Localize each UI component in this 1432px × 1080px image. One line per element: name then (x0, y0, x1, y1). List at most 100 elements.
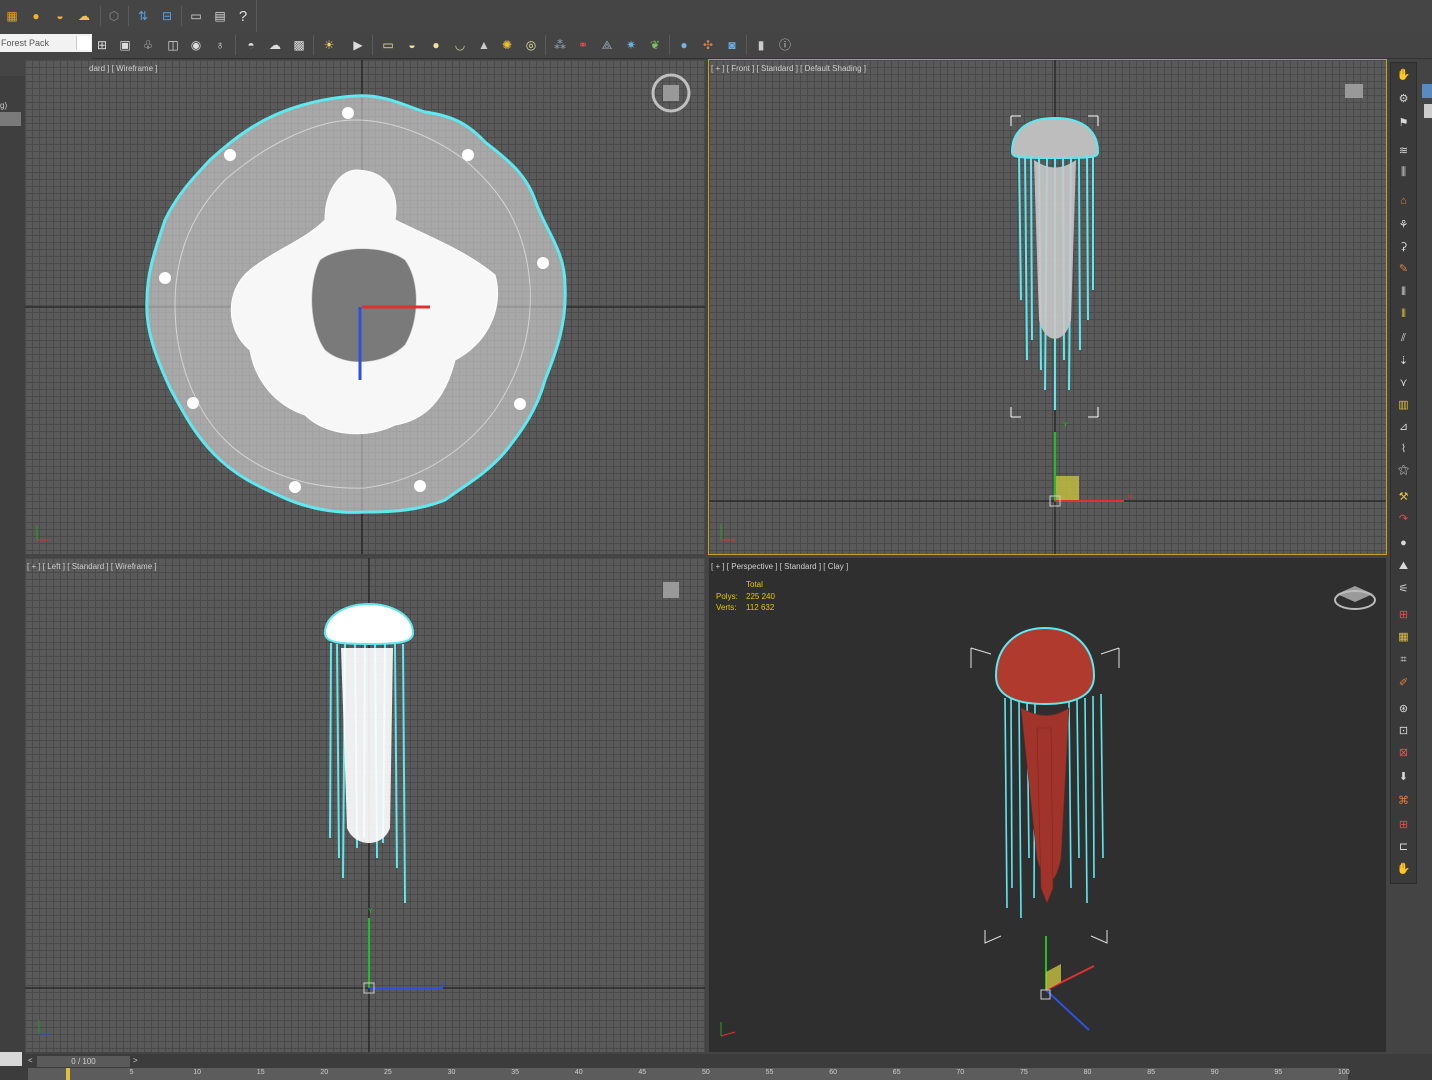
modifier-icon[interactable]: ⊠ (1396, 745, 1411, 760)
modifier-icon[interactable]: ✎ (1396, 261, 1411, 276)
modifier-icon[interactable]: ⛰ (1396, 559, 1411, 574)
sun-icon[interactable]: ✺ (497, 35, 517, 55)
info-icon[interactable]: ⓘ (775, 35, 795, 55)
cone-icon[interactable]: ▲ (474, 35, 494, 55)
gizmo-z-label: Z (441, 982, 446, 989)
environment-icon[interactable]: ◙ (722, 35, 742, 55)
modifier-icon[interactable]: ⊛ (1396, 701, 1411, 716)
modifier-icon[interactable]: ✐ (1396, 675, 1411, 690)
eye-icon[interactable]: ◉ (186, 35, 206, 55)
modifier-icon[interactable]: ↷ (1396, 511, 1411, 526)
command-panel-tab[interactable] (1422, 84, 1432, 98)
time-slider-label: 0 / 100 (71, 1057, 96, 1066)
modifier-icon[interactable]: ▥ (1396, 397, 1411, 412)
globe-icon[interactable]: ◎ (521, 35, 541, 55)
viewport-front-label[interactable]: [ + ] [ Front ] [ Standard ] [ Default S… (711, 64, 866, 73)
modifier-icon[interactable]: ⊡ (1396, 723, 1411, 738)
teapot-icon[interactable]: ◡ (450, 35, 470, 55)
chevron-left-icon[interactable]: < (28, 1056, 33, 1065)
teapot-icon[interactable]: ◓ (241, 35, 261, 55)
particles-icon[interactable]: ⁂ (550, 35, 570, 55)
modifier-icon[interactable]: ⊿ (1396, 419, 1411, 434)
help-icon[interactable]: ? (233, 6, 253, 26)
create-icon[interactable]: ✋ (1396, 67, 1411, 82)
time-cursor[interactable] (66, 1068, 70, 1080)
viewport-left-label[interactable]: [ + ] [ Left ] [ Standard ] [ Wireframe … (27, 562, 157, 571)
top-view-canvas (25, 60, 705, 554)
modifier-icon[interactable]: ⚳ (1396, 239, 1411, 254)
palette-icon[interactable]: ✣ (698, 35, 718, 55)
modifier-icon[interactable]: ⇣ (1396, 353, 1411, 368)
grid-icon[interactable]: ▦ (2, 6, 22, 26)
timeline-track[interactable]: 0510152025303540455055606570758085909510… (28, 1068, 1350, 1080)
object-icon[interactable]: ◫ (163, 35, 183, 55)
modifier-icon[interactable]: ⊞ (1396, 607, 1411, 622)
modifier-icon[interactable]: ⚘ (1396, 217, 1411, 232)
modify-icon[interactable]: ⚙ (1396, 91, 1411, 106)
plant-icon[interactable]: ❦ (645, 35, 665, 55)
layers-icon[interactable]: ◒ (50, 6, 70, 26)
chevron-right-icon[interactable]: > (133, 1056, 138, 1065)
help-label: ? (238, 7, 248, 25)
viewport-top[interactable]: dard ] [ Wireframe ] (25, 60, 705, 554)
viewport-front[interactable]: [ + ] [ Front ] [ Standard ] [ Default S… (708, 59, 1387, 555)
chevron-down-icon[interactable] (76, 36, 91, 50)
spotlight-icon[interactable]: ☀ (319, 35, 339, 55)
modifier-icon[interactable]: ⬇ (1396, 769, 1411, 784)
modifier-icon[interactable]: ⌇ (1396, 441, 1411, 456)
pyramid-icon[interactable]: ⟁ (597, 35, 617, 55)
viewport-perspective[interactable]: [ + ] [ Perspective ] [ Standard ] [ Cla… (709, 558, 1386, 1052)
region-icon[interactable]: ▣ (115, 35, 135, 55)
modifier-icon[interactable]: ⚝ (1396, 463, 1411, 478)
cube-icon[interactable]: ⬡ (104, 6, 124, 26)
modifier-icon[interactable]: ● (1396, 535, 1411, 550)
link-icon[interactable]: ⇅ (133, 6, 153, 26)
gem-icon[interactable]: ✷ (621, 35, 641, 55)
minilistener[interactable] (0, 1052, 22, 1066)
modifier-icon[interactable]: ⌘ (1396, 793, 1411, 808)
modifier-icon[interactable]: ≋ (1396, 143, 1411, 158)
light-icon[interactable]: ♁ (210, 35, 230, 55)
torus-icon[interactable]: ● (426, 35, 446, 55)
modifier-icon[interactable]: ⌗ (1396, 653, 1411, 668)
render-frame-icon[interactable]: ▭ (186, 6, 206, 26)
modifier-icon[interactable]: ⚟ (1396, 581, 1411, 596)
viewport-left[interactable]: [ + ] [ Left ] [ Standard ] [ Wireframe … (25, 558, 705, 1052)
chain-icon[interactable]: ⊟ (157, 6, 177, 26)
modifier-icon[interactable]: ⫴ (1396, 285, 1411, 300)
camera-icon[interactable]: ▶ (348, 35, 368, 55)
sphere-icon[interactable]: ◒ (402, 35, 422, 55)
cloud-icon[interactable]: ☁ (265, 35, 285, 55)
modifier-icon[interactable]: ⫼ (1396, 165, 1411, 180)
verts-value: 112 632 (746, 603, 775, 612)
render-icon[interactable]: ▤ (210, 6, 230, 26)
drop-icon[interactable]: ● (26, 6, 46, 26)
box-icon[interactable]: ▭ (378, 35, 398, 55)
molecule-icon[interactable]: ⚭ (573, 35, 593, 55)
cloud-icon[interactable]: ☁ (74, 6, 94, 26)
material-icon[interactable]: ● (674, 35, 694, 55)
modifier-icon[interactable]: ⚒ (1396, 489, 1411, 504)
left-panel-selected-item[interactable] (0, 112, 21, 126)
modifier-icon[interactable]: ✋ (1396, 861, 1411, 876)
settings-icon[interactable]: ▮ (751, 35, 771, 55)
tree-icon[interactable]: ♧ (138, 35, 158, 55)
modifier-icon[interactable]: ⊞ (1396, 817, 1411, 832)
select-icon[interactable]: ⊞ (92, 35, 112, 55)
timeline-tick-label: 50 (702, 1069, 710, 1076)
left-view-canvas (25, 558, 705, 1052)
modifier-icon[interactable]: ▦ (1396, 629, 1411, 644)
modifier-icon[interactable]: ⦀ (1396, 307, 1411, 322)
command-panel-tab[interactable] (1424, 104, 1432, 118)
time-slider[interactable]: 0 / 100 (37, 1056, 130, 1067)
forest-pack-dropdown[interactable]: Forest Pack (0, 34, 92, 52)
modifier-icon[interactable]: ⌂ (1396, 193, 1411, 208)
modifier-icon[interactable]: ⋎ (1396, 375, 1411, 390)
hierarchy-icon[interactable]: ⚑ (1396, 115, 1411, 130)
viewport-top-label[interactable]: dard ] [ Wireframe ] (89, 64, 157, 73)
viewport-perspective-label[interactable]: [ + ] [ Perspective ] [ Standard ] [ Cla… (711, 562, 848, 571)
timeline-tick-label: 25 (384, 1069, 392, 1076)
modifier-icon[interactable]: ⫽ (1396, 331, 1411, 346)
render-icon[interactable]: ▩ (289, 35, 309, 55)
modifier-icon[interactable]: ⊏ (1396, 839, 1411, 854)
